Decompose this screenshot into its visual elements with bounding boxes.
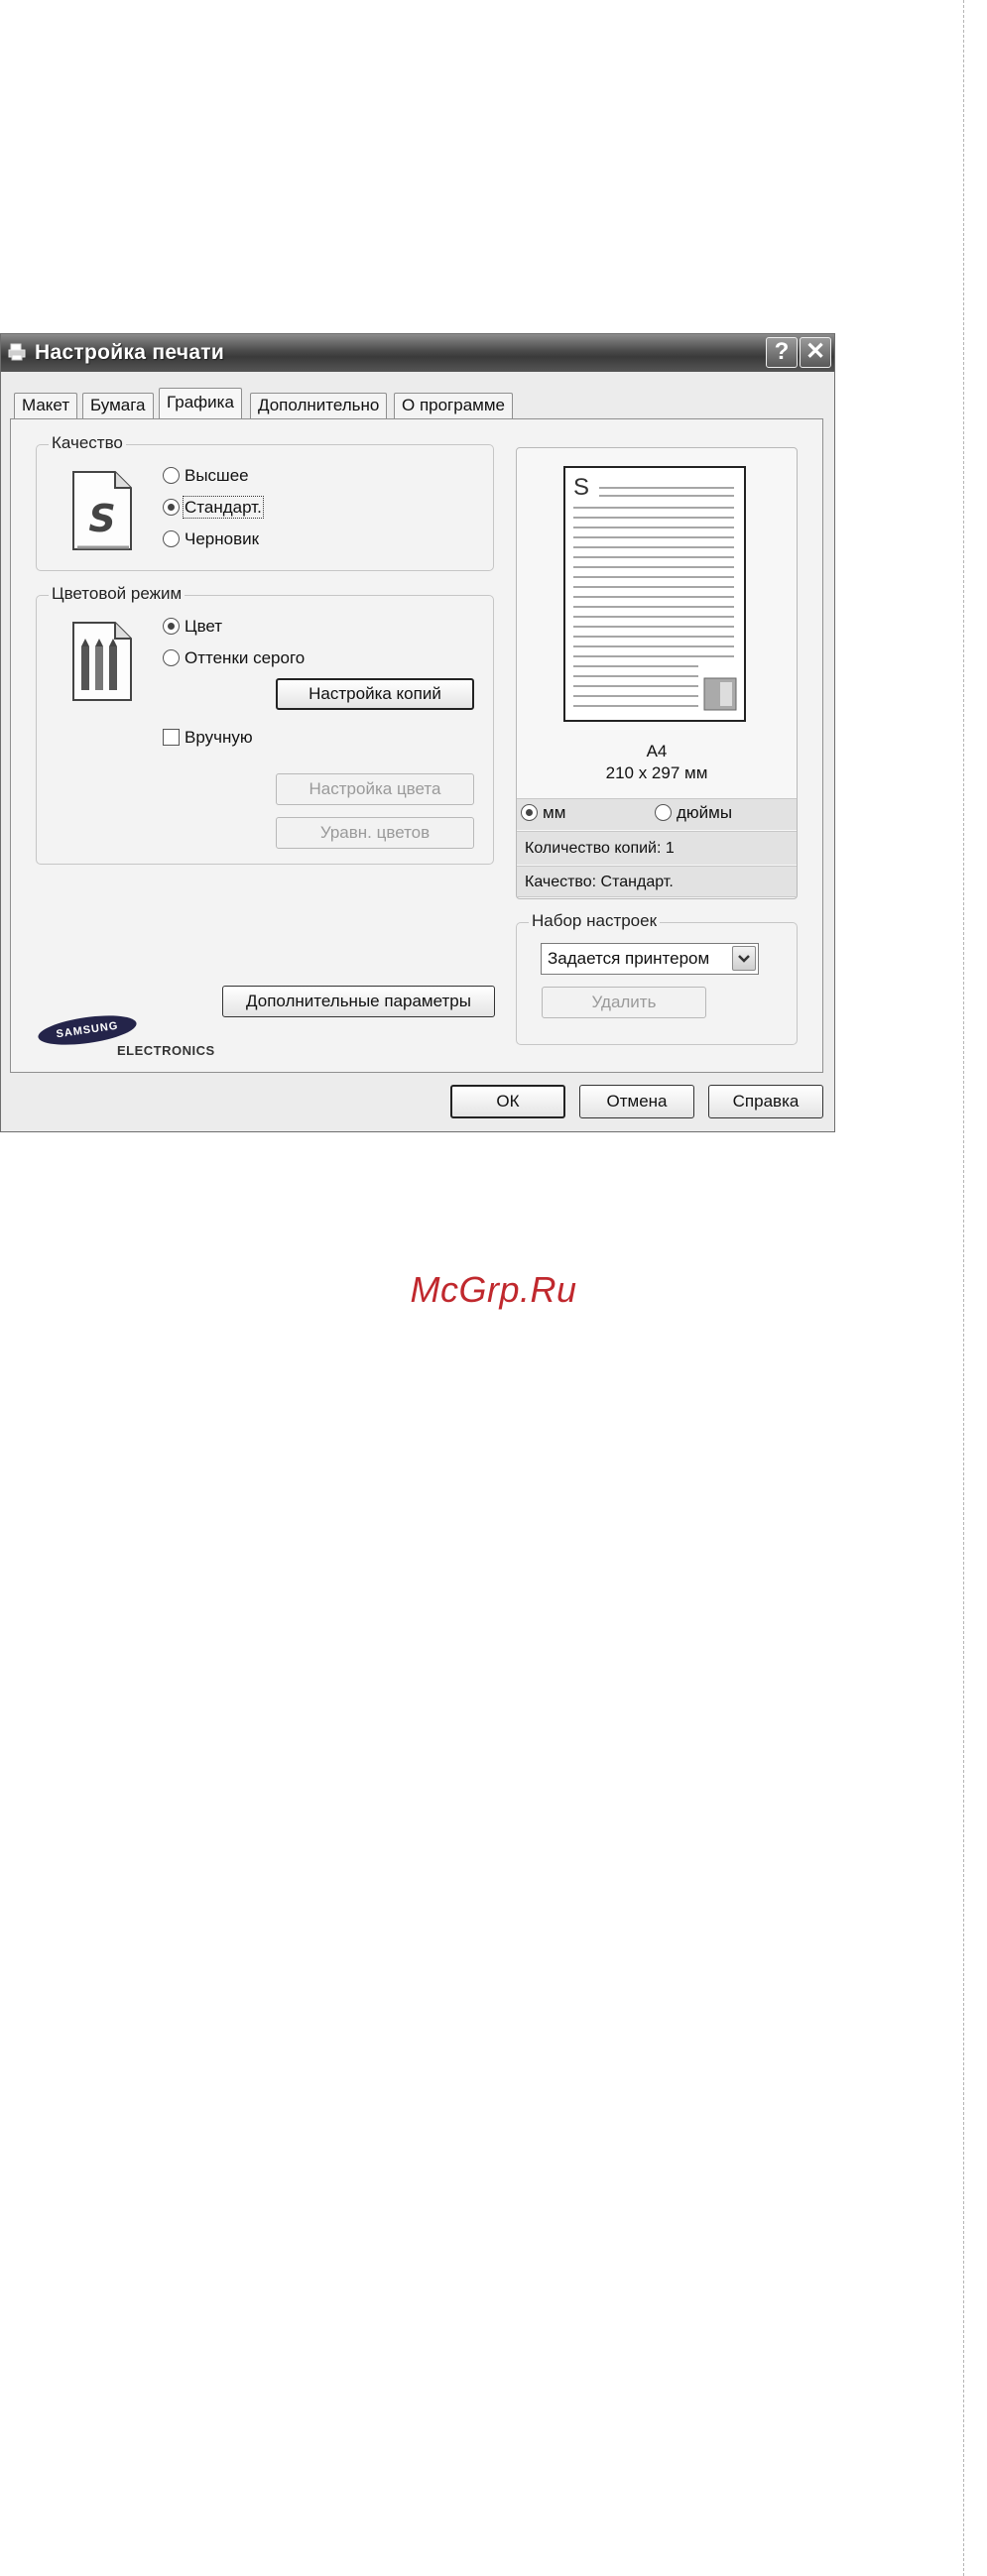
color-settings-button[interactable]: Настройка цвета xyxy=(276,773,474,805)
unit-inch-radio[interactable]: дюймы xyxy=(655,803,732,823)
presets-group: Набор настроек xyxy=(516,911,798,1045)
presets-group-label: Набор настроек xyxy=(529,911,661,931)
unit-mm-radio[interactable]: мм xyxy=(521,803,565,823)
title-bar[interactable]: Настройка печати ? ✕ xyxy=(1,334,834,372)
quality-group-label: Качество xyxy=(49,433,126,453)
tab-about[interactable]: О программе xyxy=(394,393,514,418)
quality-row: Качество: Стандарт. xyxy=(517,866,797,897)
radio-on-icon xyxy=(163,499,180,516)
quality-standard-radio[interactable]: Стандарт. xyxy=(163,496,264,519)
tab-paper[interactable]: Бумага xyxy=(82,393,154,418)
ok-button[interactable]: ОК xyxy=(450,1085,565,1118)
cancel-button[interactable]: Отмена xyxy=(579,1085,694,1118)
page-preview: S xyxy=(563,466,746,722)
radio-off-icon xyxy=(163,530,180,547)
window-title: Настройка печати xyxy=(35,341,225,364)
color-cartridges-icon xyxy=(72,622,132,701)
copies-row: Количество копий: 1 xyxy=(517,831,797,865)
radio-on-icon xyxy=(521,804,538,821)
radio-off-icon xyxy=(163,649,180,666)
radio-off-icon xyxy=(655,804,672,821)
tab-advanced[interactable]: Дополнительно xyxy=(250,393,388,418)
radio-on-icon xyxy=(163,618,180,635)
printer-icon xyxy=(8,343,26,361)
color-radio[interactable]: Цвет xyxy=(163,617,222,637)
quality-draft-radio[interactable]: Черновик xyxy=(163,529,259,549)
copy-settings-button[interactable]: Настройка копий xyxy=(276,678,474,710)
paper-name: A4 xyxy=(646,742,668,761)
tab-layout[interactable]: Макет xyxy=(14,393,78,418)
manual-checkbox[interactable]: Вручную xyxy=(163,728,253,748)
color-match-button[interactable]: Уравн. цветов xyxy=(276,817,474,849)
close-button[interactable]: ✕ xyxy=(800,337,831,368)
electronics-label: ELECTRONICS xyxy=(117,1043,215,1058)
quality-best-radio[interactable]: Высшее xyxy=(163,466,249,486)
quality-document-icon: S xyxy=(72,471,132,550)
help-button[interactable]: Справка xyxy=(708,1085,823,1118)
presets-select[interactable]: Задается принтером xyxy=(541,943,759,975)
delete-preset-button[interactable]: Удалить xyxy=(542,987,706,1018)
color-mode-group-label: Цветовой режим xyxy=(49,584,185,604)
svg-text:S: S xyxy=(88,497,115,540)
checkbox-icon xyxy=(163,729,180,746)
radio-off-icon xyxy=(163,467,180,484)
grayscale-radio[interactable]: Оттенки серого xyxy=(163,648,305,668)
watermark-text: McGrp.Ru xyxy=(410,1269,577,1310)
paper-size: 210 x 297 мм xyxy=(605,763,708,782)
chevron-down-icon[interactable] xyxy=(732,946,756,971)
help-title-button[interactable]: ? xyxy=(766,337,798,368)
advanced-options-button[interactable]: Дополнительные параметры xyxy=(222,986,495,1017)
tab-graphics[interactable]: Графика xyxy=(159,388,242,418)
preview-text-lines xyxy=(573,487,737,711)
